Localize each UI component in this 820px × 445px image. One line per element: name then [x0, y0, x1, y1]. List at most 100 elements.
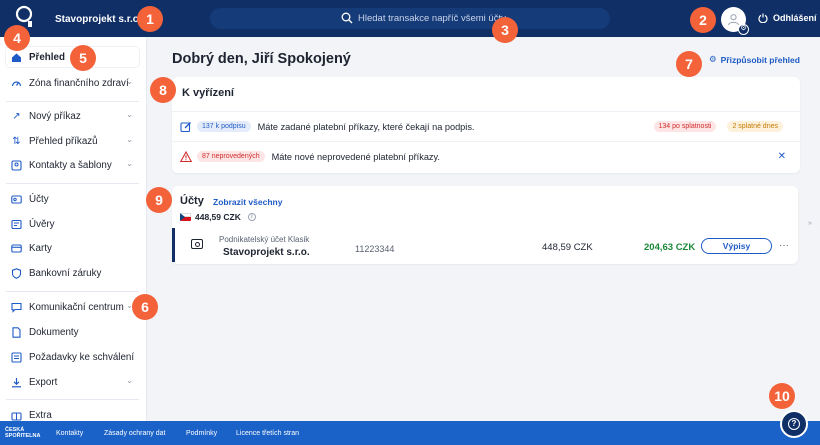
sidebar-item-label: Zóna finančního zdraví [29, 77, 129, 89]
account-icon [191, 239, 203, 249]
footer-link-contacts[interactable]: Kontakty [56, 430, 83, 437]
chevron-down-icon: ⌄ [126, 77, 133, 86]
customize-overview-button[interactable]: ⚙ Přizpůsobit přehled [709, 54, 800, 65]
account-icon [11, 194, 22, 205]
sidebar-item-komunikacni-centrum[interactable]: Komunikační centrum ⌄ [6, 297, 139, 317]
account-type: Podnikatelský účet Klasik [219, 235, 310, 244]
account-balance: 448,59 CZK [542, 242, 593, 253]
footer-link-terms[interactable]: Podmínky [186, 430, 217, 437]
footer-logo: ČESKÁ SPOŘITELNA [5, 427, 40, 439]
marker-6: 6 [132, 294, 158, 320]
arrow-up-right-icon: ↗ [12, 110, 21, 122]
search-input[interactable]: Hledat transakce napříč všemi účty [210, 8, 610, 29]
sidebar-item-zona-financniho-zdravi[interactable]: Zóna finančního zdraví ⌄ [6, 73, 139, 93]
sidebar-item-label: Bankovní záruky [29, 267, 102, 279]
overdue-badge: 134 po splatnosti [653, 121, 717, 132]
sidebar-item-label: Komunikační centrum [29, 301, 124, 313]
user-icon [728, 14, 739, 26]
sidebar-item-label: Úvěry [29, 218, 55, 230]
page-title: Dobrý den, Jiří Spokojený [172, 51, 351, 67]
sidebar-divider [6, 183, 139, 184]
panel-expand-icon[interactable]: » [808, 220, 812, 227]
download-icon [11, 377, 22, 388]
search-placeholder: Hledat transakce napříč všemi účty [358, 13, 506, 24]
card-icon [11, 243, 22, 254]
accounts-total: 448,59 CZK i [180, 212, 256, 222]
sidebar-item-karty[interactable]: Karty [6, 238, 139, 258]
todo-message: Máte zadané platební příkazy, které čeka… [257, 121, 475, 132]
accounts-card: Účty Zobrazit všechny 448,59 CZK i Podni… [172, 186, 798, 264]
due-today-badge: 2 splatné dnes [727, 121, 783, 132]
marker-7: 7 [676, 51, 702, 77]
chevron-down-icon: ⌄ [126, 110, 133, 119]
power-icon [758, 13, 768, 23]
help-button[interactable]: ? [780, 410, 808, 438]
request-icon [11, 351, 22, 363]
todo-title: K vyřízení [182, 87, 234, 99]
todo-row-signatures[interactable]: 137 k podpisu Máte zadané platební příka… [172, 111, 800, 141]
home-icon [11, 52, 22, 63]
contacts-icon [11, 159, 22, 171]
czech-flag-icon [180, 213, 191, 221]
transfer-arrows-icon: ⇅ [12, 135, 21, 147]
account-number: 11223344 [355, 244, 395, 254]
sidebar-item-bankovni-zaruky[interactable]: Bankovní záruky [6, 263, 139, 283]
account-row[interactable]: Podnikatelský účet Klasik Stavoprojekt s… [172, 228, 798, 262]
marker-1: 1 [137, 6, 163, 32]
footer-link-licenses[interactable]: Licence třetích stran [236, 430, 299, 437]
sidebar-item-dokumenty[interactable]: Dokumenty [6, 322, 139, 342]
footer-link-privacy[interactable]: Zásady ochrany dat [104, 430, 165, 437]
logout-label: Odhlášení [773, 13, 817, 23]
marker-3: 3 [492, 17, 518, 43]
statements-button[interactable]: Výpisy [701, 238, 772, 254]
todo-row-unprocessed[interactable]: 87 neprovedených Máte nové neprovedené p… [172, 141, 800, 171]
marker-5: 5 [70, 45, 96, 71]
todo-message: Máte nové neprovedené platební příkazy. [271, 151, 440, 162]
sidebar-item-label: Kontakty a šablony [29, 159, 112, 171]
help-icon: ? [788, 418, 800, 430]
sidebar-item-label: Požadavky ke schválení [29, 351, 135, 363]
sidebar-item-uvery[interactable]: Úvěry [6, 214, 139, 234]
close-icon[interactable]: ✕ [778, 151, 786, 162]
chat-icon [11, 302, 22, 313]
todo-card: K vyřízení 137 k podpisu Máte zadané pla… [172, 77, 800, 173]
gauge-icon [11, 78, 22, 89]
sidebar-item-novy-prikaz[interactable]: ↗ Nový příkaz ⌄ [6, 106, 139, 126]
gear-icon: ⚙ [709, 54, 717, 64]
user-avatar[interactable]: ⚙ [721, 7, 749, 35]
sidebar-item-label: Přehled příkazů [29, 135, 98, 147]
sidebar-item-pozadavky-ke-schvaleni[interactable]: Požadavky ke schválení [6, 347, 139, 367]
warning-icon [180, 150, 192, 163]
sidebar-item-label: Karty [29, 242, 52, 254]
more-options-icon[interactable]: ··· [779, 240, 789, 251]
logout-button[interactable]: Odhlášení [758, 13, 817, 23]
info-icon[interactable]: i [247, 213, 256, 221]
gear-icon[interactable]: ⚙ [738, 24, 749, 35]
search-icon [341, 12, 353, 24]
account-available: 204,63 CZK [644, 242, 696, 253]
show-all-accounts-link[interactable]: Zobrazit všechny [213, 197, 282, 207]
document-icon [11, 326, 22, 338]
sidebar-item-label: Extra [29, 409, 52, 421]
extra-icon [11, 410, 22, 421]
chevron-down-icon: ⌄ [126, 159, 133, 168]
sidebar-item-label: Dokumenty [29, 326, 79, 338]
marker-8: 8 [150, 77, 176, 103]
account-name: Stavoprojekt s.r.o. [223, 247, 310, 258]
company-name: Stavoprojekt s.r.o. [55, 14, 142, 25]
marker-4: 4 [4, 25, 30, 51]
chevron-down-icon: ⌄ [126, 376, 133, 385]
edit-icon [180, 121, 192, 133]
sidebar-item-label: Účty [29, 193, 49, 205]
sidebar-divider [6, 291, 139, 292]
sidebar-item-kontakty-a-sablony[interactable]: Kontakty a šablony ⌄ [6, 155, 139, 175]
unprocessed-badge: 87 neprovedených [197, 151, 265, 162]
sidebar-item-prehled-prikazu[interactable]: ⇅ Přehled příkazů ⌄ [6, 131, 139, 151]
sidebar: Přehled Zóna finančního zdraví ⌄ ↗ Nový … [0, 37, 147, 421]
signatures-badge: 137 k podpisu [197, 121, 251, 132]
total-amount: 448,59 CZK [195, 212, 241, 222]
sidebar-item-label: Nový příkaz [29, 110, 81, 122]
sidebar-item-export[interactable]: Export ⌄ [6, 372, 139, 392]
sidebar-item-ucty[interactable]: Účty [6, 189, 139, 209]
marker-9: 9 [146, 187, 172, 213]
